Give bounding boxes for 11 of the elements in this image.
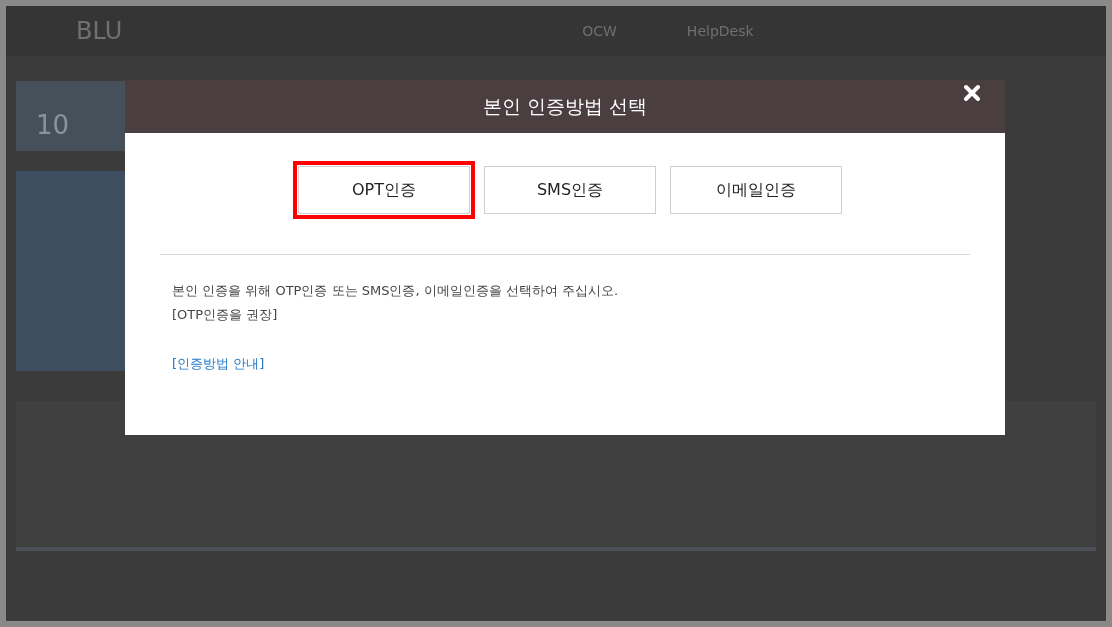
auth-method-button[interactable]: SMS인증 (484, 166, 656, 214)
instruction-text: 본인 인증을 위해 OTP인증 또는 SMS인증, 이메일인증을 선택하여 주십시오. (172, 282, 619, 300)
close-button[interactable] (961, 82, 983, 104)
auth-method-button[interactable]: OPT인증 (298, 166, 470, 214)
recommendation-note: [OTP인증을 권장] (172, 305, 278, 324)
dialog-title: 본인 인증방법 선택 (482, 94, 648, 120)
site-logo: BLU (76, 16, 123, 47)
auth-method-button[interactable]: 이메일인증 (670, 166, 842, 214)
close-icon (963, 84, 981, 102)
guide-link[interactable]: [인증방법 안내] (172, 354, 265, 374)
date-day: 10 (36, 106, 70, 145)
